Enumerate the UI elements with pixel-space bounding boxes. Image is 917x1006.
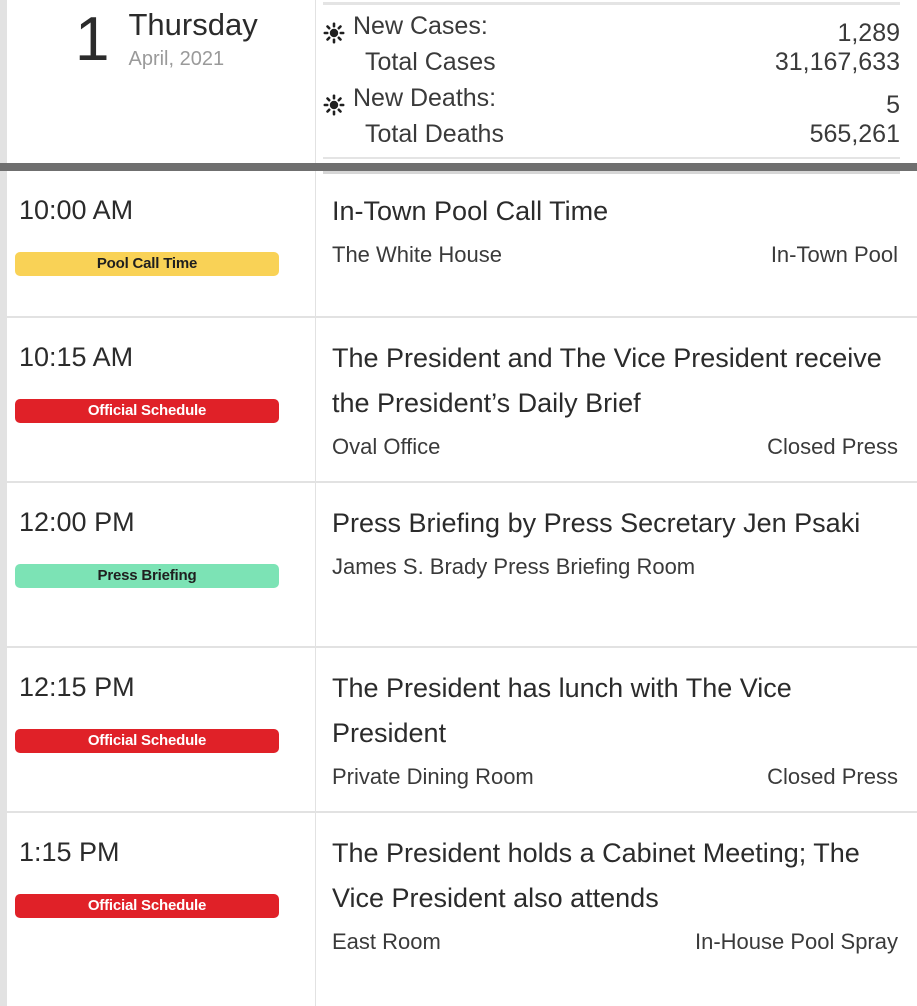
schedule-list: 10:00 AM Pool Call Time In-Town Pool Cal… [0,171,917,1006]
weekday-label: Thursday [128,7,258,42]
sun-icon [323,18,345,44]
table-row[interactable]: 10:15 AM Official Schedule The President… [0,318,917,483]
event-location: Private Dining Room [332,764,534,789]
event-detail-cell: The President and The Vice President rec… [316,318,917,481]
table-row[interactable]: 10:00 AM Pool Call Time In-Town Pool Cal… [0,171,917,318]
event-detail-cell: The President holds a Cabinet Meeting; T… [316,813,917,1006]
month-year-label: April, 2021 [128,48,225,70]
event-location: East Room [332,929,441,954]
event-time: 10:00 AM [19,195,134,225]
event-time-cell: 10:15 AM Official Schedule [0,318,316,481]
event-meta: James S. Brady Press Briefing Room [332,552,898,582]
covid-stats-panel: New Cases: 1,289 Total Cases 31,167,633 [316,0,917,174]
table-row[interactable]: 12:00 PM Press Briefing Press Briefing b… [0,483,917,648]
event-time: 12:00 PM [19,507,135,537]
day-text-group: Thursday April, 2021 [128,2,257,72]
event-title: Press Briefing by Press Secretary Jen Ps… [332,508,861,538]
event-location: Oval Office [332,434,441,459]
stat-label-new-deaths: New Deaths: [323,80,496,116]
event-meta: Private Dining Room Closed Press [332,762,898,792]
status-badge: Official Schedule [15,399,279,423]
event-time-cell: 12:00 PM Press Briefing [0,483,316,646]
stat-label-text: New Cases: [353,12,488,40]
event-time-cell: 10:00 AM Pool Call Time [0,171,316,316]
stat-row-new-cases: New Cases: 1,289 [323,8,900,47]
event-press-status: In-Town Pool [770,242,898,267]
status-badge: Official Schedule [15,729,279,753]
event-time-cell: 12:15 PM Official Schedule [0,648,316,811]
event-time: 12:15 PM [19,672,135,702]
event-title: In-Town Pool Call Time [332,196,609,226]
stat-value-total-cases: 31,167,633 [774,48,900,76]
event-meta: Oval Office Closed Press [332,432,898,462]
event-press-status: In-House Pool Spray [695,929,898,954]
stats-bottom-divider [323,157,900,159]
event-meta: The White House In-Town Pool [332,240,898,270]
stat-label-total-deaths: Total Deaths [323,116,504,152]
date-inner: 1 Thursday April, 2021 [75,2,258,78]
stat-label-total-cases: Total Cases [323,44,496,80]
day-number: 1 [75,5,109,74]
table-row[interactable]: 12:15 PM Official Schedule The President… [0,648,917,813]
status-badge: Pool Call Time [15,252,279,276]
stats-top-divider [323,2,900,5]
event-detail-cell: The President has lunch with The Vice Pr… [316,648,917,811]
event-detail-cell: Press Briefing by Press Secretary Jen Ps… [316,483,917,646]
event-title: The President and The Vice President rec… [332,343,882,418]
stat-label-new-cases: New Cases: [323,8,488,44]
event-title: The President holds a Cabinet Meeting; T… [332,838,860,913]
event-detail-cell: In-Town Pool Call Time The White House I… [316,171,917,316]
table-row[interactable]: 1:15 PM Official Schedule The President … [0,813,917,1006]
stat-row-total-deaths: Total Deaths 565,261 [323,116,900,152]
stat-row-new-deaths: New Deaths: 5 [323,80,900,119]
stat-value-total-deaths: 565,261 [809,120,900,148]
event-time-cell: 1:15 PM Official Schedule [0,813,316,1006]
header-section-divider [0,163,917,171]
stat-label-text: Total Cases [365,48,496,76]
sun-icon [323,90,345,116]
event-time: 10:15 AM [19,342,134,372]
event-title: The President has lunch with The Vice Pr… [332,673,792,748]
date-panel: 1 Thursday April, 2021 [0,0,316,163]
status-badge: Press Briefing [15,564,279,588]
calendar-header: 1 Thursday April, 2021 New Cases: 1,289 … [0,0,917,174]
event-press-status: Closed Press [767,764,898,789]
stat-label-text: Total Deaths [365,120,504,148]
status-badge: Official Schedule [15,894,279,918]
event-location: James S. Brady Press Briefing Room [332,554,696,579]
stat-label-text: New Deaths: [353,84,497,112]
event-press-status: Closed Press [767,434,898,459]
stat-row-total-cases: Total Cases 31,167,633 [323,44,900,80]
event-meta: East Room In-House Pool Spray [332,927,898,957]
event-location: The White House [332,242,502,267]
event-time: 1:15 PM [19,837,120,867]
